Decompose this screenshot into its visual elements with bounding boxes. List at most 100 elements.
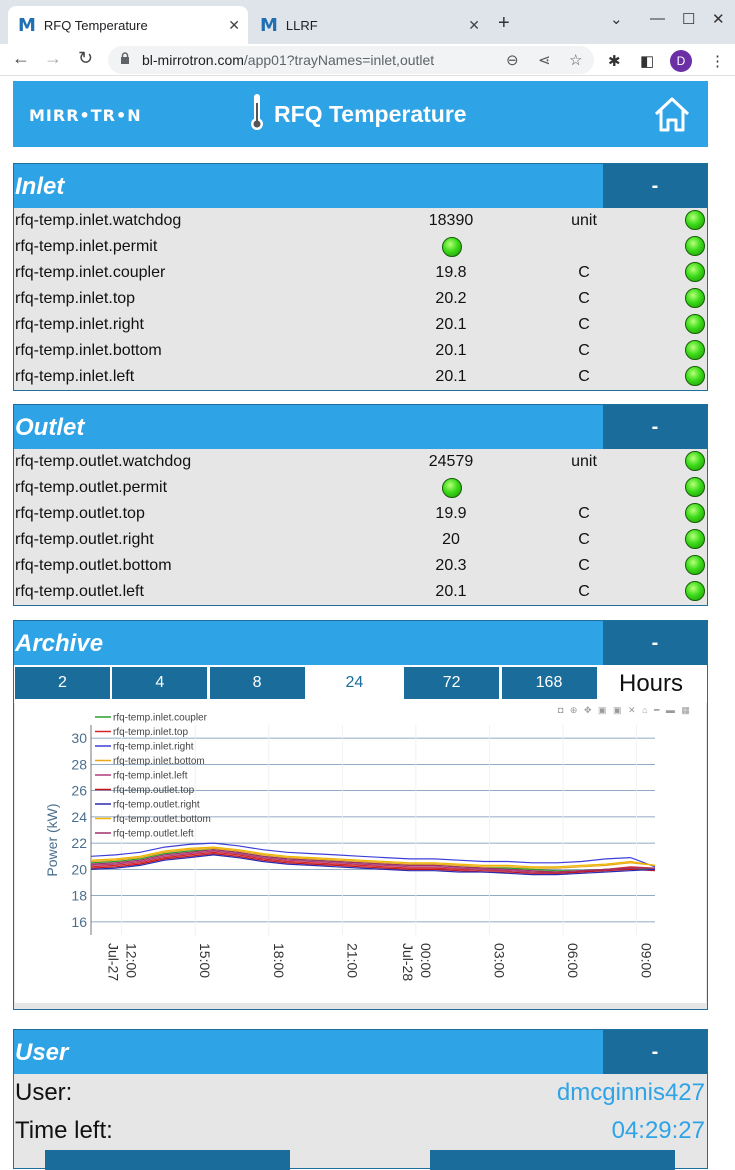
channel-unit: C (578, 368, 590, 385)
user-tray-title: User (15, 1039, 69, 1066)
channel-value: 24579 (428, 453, 474, 470)
y-tick-label: 24 (71, 809, 87, 825)
permit-led-icon (442, 237, 462, 257)
hours-label: Hours (619, 670, 684, 697)
channel-unit: C (578, 531, 590, 548)
status-led-icon (685, 529, 705, 549)
channel-unit: C (578, 290, 590, 307)
status-led-icon (685, 340, 705, 360)
status-led-icon (685, 451, 705, 471)
hours-button-72[interactable]: 72 (404, 667, 500, 699)
archive-collapse-button[interactable]: - (603, 621, 707, 665)
mirrotron-logo: MIRR•TR•N (29, 106, 142, 125)
status-led-icon (685, 477, 705, 497)
table-row: rfq-temp.outlet.permit (14, 475, 707, 501)
maximize-icon[interactable]: ☐ (682, 10, 695, 28)
hours-button-168[interactable]: 168 (501, 667, 597, 699)
channel-unit: C (578, 342, 590, 359)
y-tick-label: 22 (71, 835, 87, 851)
back-icon[interactable]: ← (12, 48, 30, 69)
tab-search-icon[interactable]: ⌄ (610, 10, 623, 28)
tab-rfq-temperature[interactable]: M RFQ Temperature ✕ (8, 6, 248, 44)
user-action-button-1[interactable] (45, 1150, 290, 1170)
time-left-label: Time left: (15, 1117, 113, 1144)
side-panel-icon[interactable]: ◧ (640, 52, 654, 70)
y-tick-label: 30 (71, 730, 87, 746)
hours-button-8[interactable]: 8 (209, 667, 305, 699)
x-tick-label: 18:00 (271, 943, 287, 978)
user-collapse-button[interactable]: - (603, 1030, 707, 1074)
channel-unit: C (578, 557, 590, 574)
y-tick-label: 16 (71, 914, 87, 930)
new-tab-icon[interactable]: + (498, 12, 510, 35)
table-row: rfq-temp.inlet.bottom 20.1 C (14, 338, 707, 364)
archive-plot: ◘ ⊕ ✥ ▣ ▣ ✕ ⌂ ━ ▬ ▦ 16 18 20 22 24 26 28 30 Powe… (15, 703, 706, 1003)
time-left-value: 04:29:27 (611, 1117, 705, 1144)
table-row: rfq-temp.inlet.left 20.1 C (14, 364, 707, 390)
archive-tray-title: Archive (15, 630, 104, 657)
minimize-icon[interactable]: — (650, 10, 665, 27)
table-row: rfq-temp.outlet.top 19.9 C (14, 501, 707, 527)
home-icon[interactable] (653, 95, 691, 133)
channel-value: 20.1 (435, 342, 467, 359)
hours-button-24[interactable]: 24 (306, 667, 402, 699)
y-tick-label: 18 (71, 888, 87, 904)
app-root: MIRR•TR•N RFQ Temperature Inlet - rfq-te… (0, 76, 735, 1170)
hours-button-4[interactable]: 4 (112, 667, 208, 699)
channel-name: rfq-temp.outlet.permit (15, 479, 168, 496)
table-row: rfq-temp.inlet.top 20.2 C (14, 286, 707, 312)
archive-chart[interactable]: 16 18 20 22 24 26 28 30 Power (kW) 12:00Jul-27 15:… (15, 703, 706, 1003)
tab-llrf[interactable]: M LLRF ✕ (250, 6, 488, 44)
forward-icon[interactable]: → (44, 48, 62, 69)
table-row: rfq-temp.outlet.watchdog 24579 unit (14, 449, 707, 475)
table-row: rfq-temp.outlet.right 20 C (14, 527, 707, 553)
archive-tray: Archive - Hours 2 4 8 24 72 168 ◘ ⊕ ✥ ▣ ▣ ✕ ⌂… (13, 620, 708, 1010)
archive-tray-header: Archive - (14, 621, 707, 665)
channel-name: rfq-temp.outlet.left (15, 583, 144, 600)
zoom-icon[interactable]: ⊖ (506, 51, 519, 69)
bookmark-star-icon[interactable]: ☆ (569, 51, 582, 69)
table-row: rfq-temp.inlet.coupler 19.8 C (14, 260, 707, 286)
x-tick-label: 12:00 (124, 943, 140, 978)
outlet-rows: rfq-temp.outlet.watchdog 24579 unit rfq-tem… (14, 449, 707, 605)
user-tray-header: User - (14, 1030, 707, 1074)
profile-avatar[interactable]: D (670, 50, 692, 72)
reload-icon[interactable]: ↻ (78, 48, 93, 69)
url-text: bl-mirrotron.com/app01?trayNames=inlet,o… (142, 52, 434, 68)
mirrotron-favicon-icon: M (18, 14, 36, 36)
plot-modebar[interactable]: ◘ ⊕ ✥ ▣ ▣ ✕ ⌂ ━ ▬ ▦ (558, 705, 692, 716)
table-row: rfq-temp.inlet.watchdog 18390 unit (14, 208, 707, 234)
channel-name: rfq-temp.inlet.right (15, 316, 144, 333)
time-left-row: Time left: 04:29:27 (14, 1112, 707, 1150)
x-tick-label: 00:00 (418, 943, 434, 978)
channel-name: rfq-temp.outlet.right (15, 531, 154, 548)
user-value: dmcginnis427 (556, 1079, 705, 1106)
hours-selector: Hours 2 4 8 24 72 168 (14, 665, 707, 703)
menu-kebab-icon[interactable]: ⋮ (710, 52, 725, 70)
close-tab-icon[interactable]: ✕ (468, 17, 480, 34)
hours-button-2[interactable]: 2 (15, 667, 110, 699)
tab-title: RFQ Temperature (43, 17, 148, 33)
close-tab-icon[interactable]: ✕ (228, 17, 240, 34)
extensions-icon[interactable]: ✱ (608, 52, 621, 70)
status-led-icon (685, 236, 705, 256)
inlet-rows: rfq-temp.inlet.watchdog 18390 unit rfq-temp… (14, 208, 707, 390)
close-window-icon[interactable]: ✕ (712, 10, 725, 28)
user-action-button-2[interactable] (430, 1150, 675, 1170)
x-tick-sublabel: Jul-27 (106, 943, 122, 981)
inlet-collapse-button[interactable]: - (603, 164, 707, 208)
channel-value: 18390 (428, 212, 474, 229)
outlet-tray: Outlet - rfq-temp.outlet.watchdog 24579 un… (13, 404, 708, 606)
x-tick-label: 03:00 (491, 943, 507, 978)
outlet-collapse-button[interactable]: - (603, 405, 707, 449)
channel-name: rfq-temp.inlet.bottom (15, 342, 162, 359)
legend-label: rfq-temp.inlet.left (113, 771, 188, 782)
user-label: User: (15, 1079, 73, 1106)
share-icon[interactable]: ⋖ (538, 51, 551, 69)
table-row: rfq-temp.outlet.bottom 20.3 C (14, 553, 707, 579)
legend-label: rfq-temp.inlet.bottom (113, 756, 205, 767)
x-tick-label: 09:00 (639, 943, 655, 978)
mirrotron-favicon-icon: M (260, 14, 278, 36)
table-row: rfq-temp.inlet.right 20.1 C (14, 312, 707, 338)
url-input[interactable]: bl-mirrotron.com/app01?trayNames=inlet,o… (108, 46, 594, 74)
